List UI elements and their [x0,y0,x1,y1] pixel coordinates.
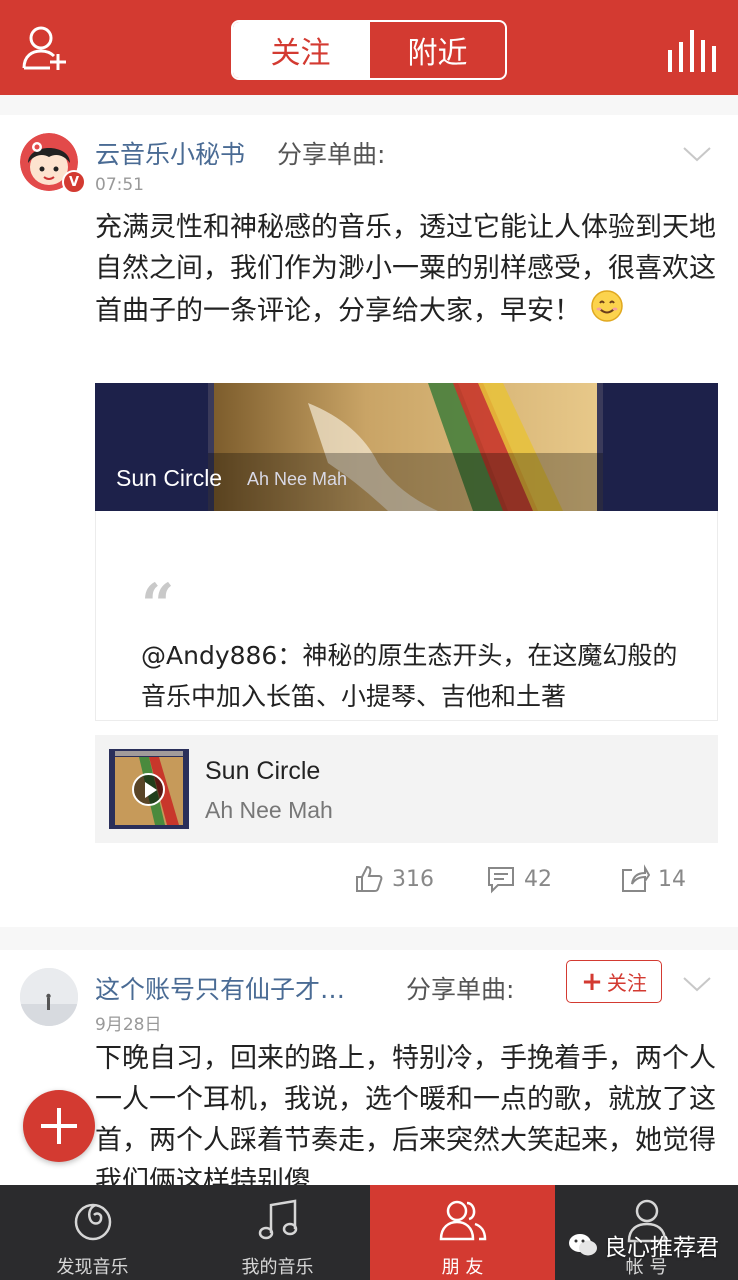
album-cover [109,749,189,829]
play-icon[interactable] [132,773,165,806]
nav-discover[interactable]: 发现音乐 [0,1185,185,1280]
wechat-icon [569,1234,597,1256]
comment-quote[interactable]: “ @Andy886：神秘的原生态开头，在这魔幻般的音乐中加入长笛、小提琴、吉他… [95,511,718,721]
watermark: 良心推荐君 [568,1228,719,1262]
bars-icon[interactable] [666,28,718,74]
nav-discover-label: 发现音乐 [56,1257,129,1278]
song-title: Sun Circle [205,757,321,785]
nav-my-music-label: 我的音乐 [241,1257,314,1278]
thumbs-up-icon [356,865,383,892]
smiley-emoji-icon [590,289,624,335]
quote-mark-icon: “ [141,571,175,639]
follow-label: 关注 [606,971,647,995]
post-action: 分享单曲: [406,975,515,1004]
post-action: 分享单曲: [277,140,386,169]
follow-button[interactable]: + 关注 [566,960,662,1003]
post-text: 充满灵性和神秘感的音乐，透过它能让人体验到天地自然之间，我们作为渺小一粟的别样感… [95,207,720,335]
post-username[interactable]: 这个账号只有仙子才… [95,970,345,1006]
chevron-down-icon[interactable] [682,975,712,993]
banner-song-title: Sun Circle [116,465,223,491]
post-text: 下晚自习，回来的路上，特别冷，手挽着手，两个人一人一个耳机，我说，选个暖和一点的… [95,1043,716,1185]
share-button[interactable]: 14 [620,859,686,899]
like-count: 316 [392,866,434,892]
discover-icon [74,1203,111,1241]
song-banner[interactable]: Sun Circle Ah Nee Mah [95,383,718,511]
friends-icon [439,1200,486,1241]
top-bar: 关注 附近 [0,0,738,95]
avatar[interactable] [20,968,78,1026]
feed-post: 这个账号只有仙子才… 分享单曲: 9月28日 + 关注 下晚自习，回来的路上，特… [0,950,738,1185]
song-artist: Ah Nee Mah [205,797,333,823]
comment-icon [488,867,514,894]
post-time: 07:51 [95,175,144,195]
add-user-icon[interactable] [20,22,72,74]
watermark-text: 良心推荐君 [604,1235,719,1261]
nav-friends[interactable]: 朋 友 [370,1185,555,1280]
share-icon [622,864,650,892]
chevron-down-icon[interactable] [682,145,712,163]
tab-following[interactable]: 关注 [233,22,368,78]
compose-plus-button[interactable] [23,1090,95,1162]
song-card[interactable]: Sun Circle Ah Nee Mah [95,735,718,843]
feed[interactable]: V 云音乐小秘书 分享单曲: 07:51 充满灵性和神秘感的音乐，透过它能让人体… [0,95,738,1185]
app-screen: 关注 附近 V 云音乐小秘书 分享单曲: 07:51 充满灵性和神秘感的音乐，透… [0,0,738,1280]
comment-button[interactable]: 42 [486,859,552,899]
music-note-icon [258,1199,297,1240]
verified-badge: V [62,170,86,194]
like-button[interactable]: 316 [354,859,434,899]
post-time: 9月28日 [95,1015,162,1035]
banner-song-artist: Ah Nee Mah [247,469,348,489]
tab-nearby[interactable]: 附近 [368,22,505,78]
plus-icon: + [581,966,603,997]
comment-count: 42 [524,866,552,892]
feed-segmented-control: 关注 附近 [231,20,507,80]
share-count: 14 [658,866,686,892]
post-username[interactable]: 云音乐小秘书 [95,135,245,171]
quote-text: @Andy886：神秘的原生态开头，在这魔幻般的音乐中加入长笛、小提琴、吉他和土… [141,641,678,711]
feed-post: V 云音乐小秘书 分享单曲: 07:51 充满灵性和神秘感的音乐，透过它能让人体… [0,115,738,927]
album-art-banner [208,383,603,511]
nav-friends-label: 朋 友 [441,1257,484,1278]
nav-my-music[interactable]: 我的音乐 [185,1185,370,1280]
